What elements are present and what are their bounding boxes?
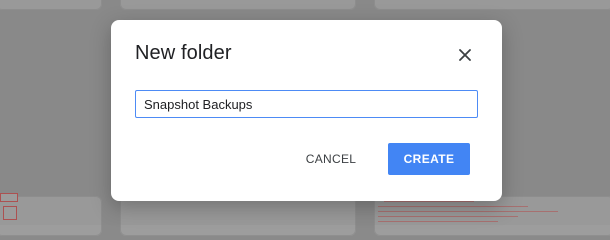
dialog-title: New folder [135, 42, 232, 64]
close-button[interactable] [454, 44, 476, 66]
create-button[interactable]: CREATE [388, 143, 470, 175]
cancel-button[interactable]: CANCEL [291, 143, 371, 175]
new-folder-dialog: New folder CANCEL CREATE [111, 20, 502, 201]
folder-name-input[interactable] [135, 90, 478, 118]
close-icon [459, 49, 471, 61]
